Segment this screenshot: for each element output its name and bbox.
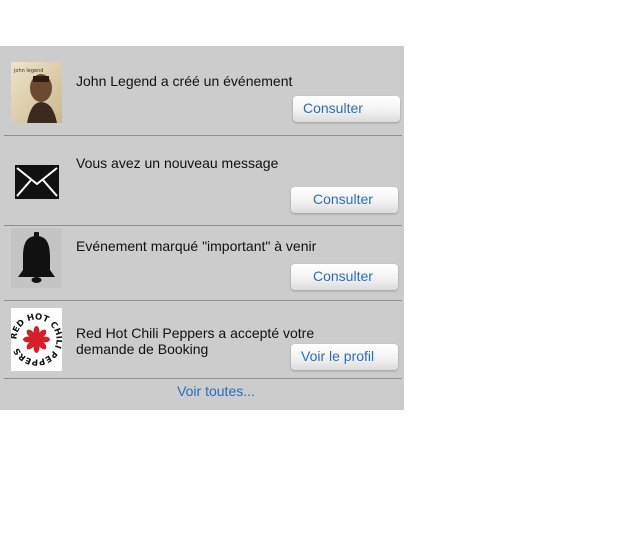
consult-button[interactable]: Consulter (291, 264, 398, 290)
notifications-panel: john legend John Legend a créé un événem… (0, 46, 404, 410)
bell-icon (11, 228, 62, 288)
see-all-link[interactable]: Voir toutes... (0, 382, 432, 400)
view-profile-button[interactable]: Voir le profil (291, 344, 398, 370)
notification-item: RED HOT CHILI PEPPERS Red Hot Chili Pepp… (0, 301, 404, 379)
notification-text: Evénement marqué "important" à venir (76, 238, 317, 254)
john-legend-thumbnail: john legend (11, 62, 62, 123)
notification-item: john legend John Legend a créé un événem… (0, 46, 404, 136)
notification-text: Vous avez un nouveau message (76, 155, 279, 171)
consult-button[interactable]: Consulter (293, 96, 400, 122)
thumb-text: john legend (13, 68, 43, 74)
divider (4, 378, 402, 379)
notification-item: Evénement marqué "important" à venir Con… (0, 226, 404, 301)
red-hot-chili-peppers-logo: RED HOT CHILI PEPPERS (11, 308, 62, 371)
envelope-icon (14, 164, 60, 200)
consult-button[interactable]: Consulter (291, 187, 398, 213)
notification-text: John Legend a créé un événement (76, 73, 293, 89)
notification-item: Vous avez un nouveau message Consulter (0, 136, 404, 226)
